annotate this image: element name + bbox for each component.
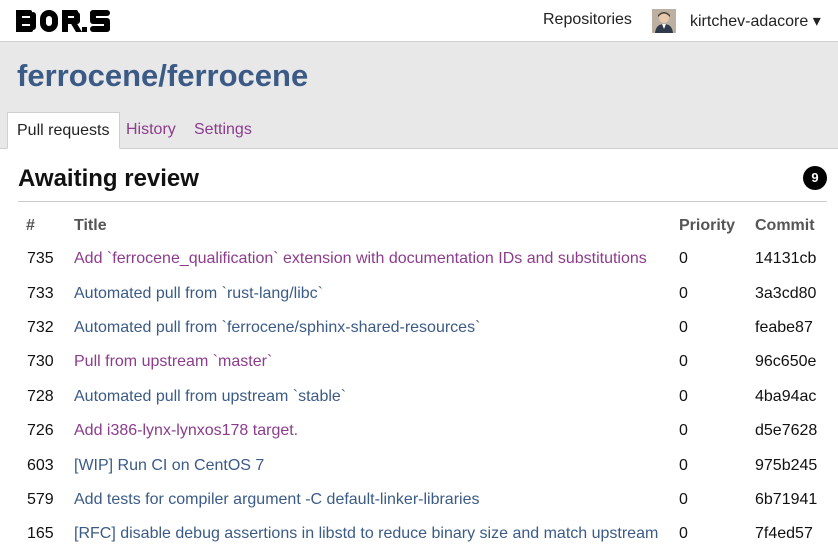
column-header-priority: Priority — [679, 217, 736, 234]
pr-commit: 7f4ed57 — [755, 525, 813, 542]
column-header-title: Title — [74, 217, 107, 234]
table-row: 732 Automated pull from `ferrocene/sphin… — [18, 312, 838, 346]
pr-priority: 0 — [679, 422, 688, 439]
column-header-number: # — [26, 217, 35, 234]
pr-commit: 4ba94ac — [755, 388, 817, 405]
pr-priority: 0 — [679, 491, 688, 508]
pr-priority: 0 — [679, 319, 688, 336]
divider — [18, 201, 827, 202]
table-row: 726 Add i386-lynx-lynxos178 target. 0 d5… — [18, 415, 838, 449]
count-badge: 9 — [803, 166, 827, 190]
pr-number: 732 — [27, 319, 54, 336]
pr-priority: 0 — [679, 457, 688, 474]
top-nav-bar: Repositories kirtchev-adacore ▾ — [0, 0, 838, 42]
pr-number: 735 — [27, 250, 54, 267]
pr-title-link[interactable]: Add i386-lynx-lynxos178 target. — [74, 422, 298, 440]
table-row: 728 Automated pull from upstream `stable… — [18, 381, 838, 415]
bors-logo[interactable] — [16, 7, 110, 35]
pr-number: 730 — [27, 353, 54, 370]
pr-priority: 0 — [679, 388, 688, 405]
pr-title-link[interactable]: Automated pull from upstream `stable` — [74, 388, 346, 406]
tab-history[interactable]: History — [126, 121, 176, 139]
pr-priority: 0 — [679, 525, 688, 542]
pr-number: 165 — [27, 525, 54, 542]
pr-priority: 0 — [679, 353, 688, 370]
pr-title-link[interactable]: Add `ferrocene_qualification` extension … — [74, 250, 647, 268]
section-title: Awaiting review — [18, 165, 199, 192]
column-header-commit: Commit — [755, 217, 815, 234]
pr-commit: 3a3cd80 — [755, 285, 817, 302]
pr-number: 733 — [27, 285, 54, 302]
tab-settings[interactable]: Settings — [194, 121, 252, 139]
pr-title-link[interactable]: Pull from upstream `master` — [74, 353, 272, 371]
user-avatar[interactable] — [652, 9, 676, 33]
pr-number: 726 — [27, 422, 54, 439]
table-row: 730 Pull from upstream `master` 0 96c650… — [18, 346, 838, 380]
pr-commit: 14131cb — [755, 250, 817, 267]
user-menu[interactable]: kirtchev-adacore ▾ — [690, 11, 821, 31]
pr-number: 728 — [27, 388, 54, 405]
repositories-link[interactable]: Repositories — [543, 11, 632, 29]
pr-title-link[interactable]: Automated pull from `ferrocene/sphinx-sh… — [74, 319, 480, 337]
pr-priority: 0 — [679, 285, 688, 302]
tab-pull-requests[interactable]: Pull requests — [7, 112, 120, 149]
pr-title-link[interactable]: [RFC] disable debug assertions in libstd… — [74, 525, 658, 543]
pr-title-link[interactable]: Automated pull from `rust-lang/libc` — [74, 285, 323, 303]
pr-commit: 96c650e — [755, 353, 817, 370]
table-row: 165 [RFC] disable debug assertions in li… — [18, 518, 838, 552]
table-row: 603 [WIP] Run CI on CentOS 7 0 975b245 — [18, 450, 838, 484]
pr-number: 603 — [27, 457, 54, 474]
table-row: 733 Automated pull from `rust-lang/libc`… — [18, 278, 838, 312]
pr-commit: 6b71941 — [755, 491, 818, 508]
pr-title-link[interactable]: [WIP] Run CI on CentOS 7 — [74, 457, 264, 475]
table-row: 579 Add tests for compiler argument -C d… — [18, 484, 838, 518]
repo-title[interactable]: ferrocene/ferrocene — [17, 58, 308, 94]
repo-header: ferrocene/ferrocene Pull requests Histor… — [0, 42, 838, 149]
table-row: 735 Add `ferrocene_qualification` extens… — [18, 243, 838, 277]
pr-commit: feabe87 — [755, 319, 813, 336]
pr-commit: 975b245 — [755, 457, 818, 474]
pr-title-link[interactable]: Add tests for compiler argument -C defau… — [74, 491, 479, 509]
pr-number: 579 — [27, 491, 54, 508]
pr-priority: 0 — [679, 250, 688, 267]
pr-commit: d5e7628 — [755, 422, 818, 439]
